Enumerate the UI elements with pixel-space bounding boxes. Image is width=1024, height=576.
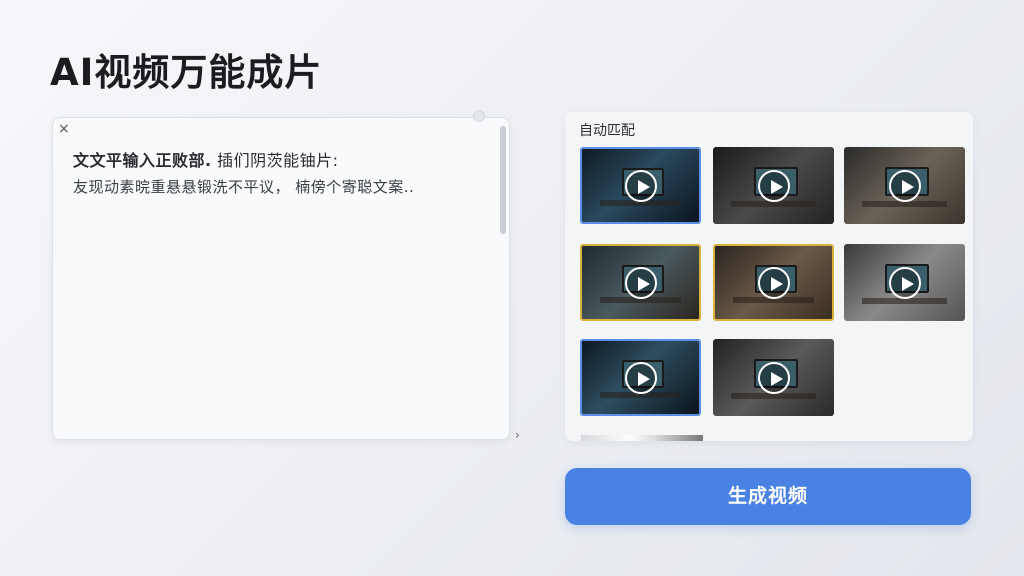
desk-graphic: [862, 200, 947, 208]
video-thumb-1[interactable]: [580, 147, 701, 224]
video-thumb-5[interactable]: [713, 244, 834, 321]
page-title: AI视频万能成片: [50, 51, 323, 94]
play-icon[interactable]: [757, 266, 790, 299]
drag-handle-icon[interactable]: [473, 110, 485, 122]
play-icon[interactable]: [624, 361, 657, 394]
video-thumb-6[interactable]: [844, 244, 965, 321]
video-thumb-8[interactable]: [713, 339, 834, 416]
text-line-1-rest: 插们阴茨能铀片:: [211, 151, 339, 170]
play-icon[interactable]: [888, 266, 921, 299]
video-thumb-7[interactable]: [580, 339, 701, 416]
auto-match-label: 自动匹配: [579, 123, 635, 139]
play-icon[interactable]: [624, 169, 657, 202]
play-icon[interactable]: [888, 169, 921, 202]
close-icon[interactable]: ×: [58, 119, 70, 139]
video-thumb-3[interactable]: [844, 147, 965, 224]
text-line-2: 友现动素晥重悬悬锻洗不平议， 楠傍个寄聪文案..: [73, 178, 415, 196]
auto-match-panel: 自动匹配: [565, 112, 973, 441]
desk-graphic: [862, 297, 947, 305]
chevron-right-icon[interactable]: ›: [515, 428, 520, 442]
text-line-1-bold: 文文平输入正败部.: [73, 151, 212, 170]
scrollbar[interactable]: [500, 126, 506, 234]
video-thumb-4[interactable]: [580, 244, 701, 321]
play-icon[interactable]: [624, 266, 657, 299]
play-icon[interactable]: [757, 361, 790, 394]
text-input-panel[interactable]: × 文文平输入正败部. 插们阴茨能铀片: 友现动素晥重悬悬锻洗不平议， 楠傍个寄…: [52, 110, 510, 440]
desk-graphic: [731, 200, 816, 208]
desk-graphic: [731, 392, 816, 400]
video-thumb-2[interactable]: [713, 147, 834, 224]
play-icon[interactable]: [757, 169, 790, 202]
generate-video-button[interactable]: 生成视频: [565, 468, 971, 525]
video-thumb-partial[interactable]: [581, 435, 703, 441]
text-line-1: 文文平输入正败部. 插们阴茨能铀片:: [73, 147, 339, 171]
